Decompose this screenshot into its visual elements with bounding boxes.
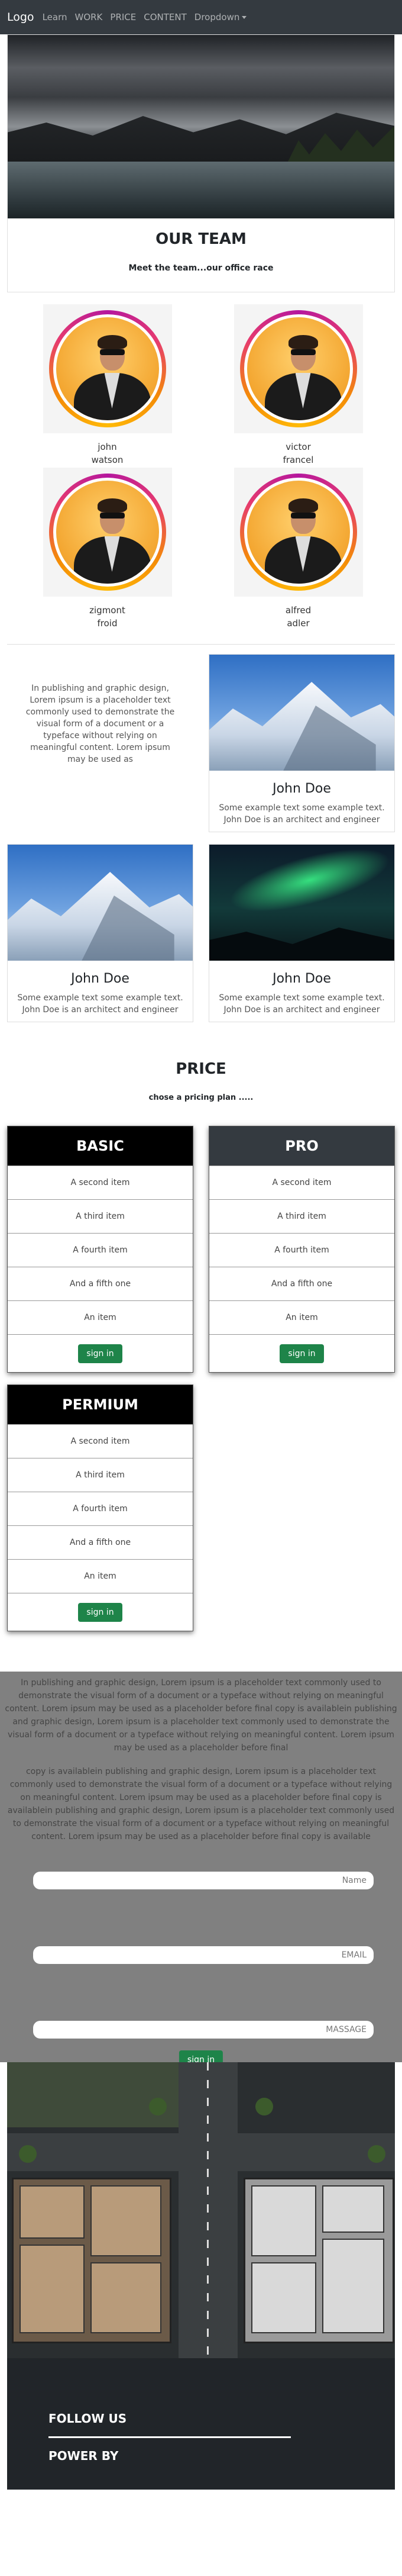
plan-header: PRO — [209, 1126, 394, 1165]
avatar-ring — [239, 474, 357, 591]
nav-dropdown[interactable]: Dropdown — [194, 12, 247, 22]
avatar-ring — [239, 310, 357, 427]
plan-item: And a fifth one — [8, 1267, 193, 1300]
snow-mountain-image — [209, 655, 394, 771]
member-last-name: adler — [287, 618, 310, 629]
member-first-name: alfred — [285, 605, 312, 616]
building-right — [244, 2178, 394, 2343]
avatar — [234, 468, 363, 597]
profile-card: John Doe Some example text some example … — [209, 844, 395, 1022]
building-left — [12, 2178, 171, 2343]
plan-card-premium: PERMIUM A second item A third item A fou… — [7, 1384, 193, 1631]
plan-item: A second item — [8, 1424, 193, 1458]
lake-shape — [8, 162, 394, 218]
plan-card-pro: PRO A second item A third item A fourth … — [209, 1126, 395, 1373]
avatar — [43, 304, 172, 433]
message-field[interactable]: MASSAGE — [33, 2021, 374, 2039]
avatar — [43, 468, 172, 597]
plan-footer: sign in — [8, 1593, 193, 1631]
hero-landscape-image — [8, 35, 394, 218]
avatar-ring — [48, 474, 166, 591]
footer-divider — [48, 2436, 291, 2438]
card-text: Some example text some example text. Joh… — [219, 803, 385, 825]
email-field[interactable]: EMAIL — [33, 1946, 374, 1964]
logo[interactable]: Logo — [7, 11, 34, 24]
sign-in-button[interactable]: sign in — [78, 1602, 122, 1622]
footer: FOLLOW US POWER BY — [7, 2358, 395, 2490]
member-first-name: john — [98, 442, 117, 452]
contact-section: In publishing and graphic design, Lorem … — [0, 1672, 402, 2069]
price-title: PRICE — [176, 1060, 226, 1078]
profile-card: John Doe Some example text some example … — [209, 654, 395, 832]
snow-mountain-image — [8, 845, 193, 961]
team-member: zigmont froid — [25, 468, 189, 630]
contact-paragraph: copy is availablein publishing and graph… — [7, 1767, 395, 1841]
sign-in-button[interactable]: sign in — [78, 1344, 122, 1363]
hero-title: OUR TEAM — [155, 230, 247, 248]
member-first-name: zigmont — [89, 605, 125, 616]
card-title: John Doe — [273, 971, 331, 986]
navbar: Logo Learn WORK PRICE CONTENT Dropdown — [0, 0, 402, 34]
profile-card: John Doe Some example text some example … — [7, 844, 193, 1022]
plan-item: A third item — [8, 1458, 193, 1492]
plan-header: BASIC — [8, 1126, 193, 1165]
contact-paragraph: In publishing and graphic design, Lorem … — [5, 1678, 397, 1753]
nav-link-learn[interactable]: Learn — [43, 12, 67, 22]
team-member: john watson — [25, 304, 189, 466]
nav-link-work[interactable]: WORK — [75, 12, 103, 22]
member-first-name: victor — [286, 442, 311, 452]
plan-item: An item — [209, 1300, 394, 1334]
name-field[interactable]: Name — [33, 1872, 374, 1889]
nav-dropdown-label: Dropdown — [194, 12, 240, 22]
plan-item: A fourth item — [8, 1492, 193, 1525]
card-title: John Doe — [273, 781, 331, 796]
card-text: Some example text some example text. Joh… — [17, 993, 183, 1015]
hero-card: OUR TEAM Meet the team...our office race — [7, 34, 395, 292]
pricing-plans: BASIC A second item A third item A fourt… — [0, 1102, 402, 1631]
team-member: alfred adler — [216, 468, 380, 630]
card-text: Some example text some example text. Joh… — [219, 993, 385, 1015]
plan-item: An item — [8, 1300, 193, 1334]
member-last-name: francel — [283, 455, 314, 465]
plan-item: An item — [8, 1559, 193, 1593]
plan-header: PERMIUM — [8, 1385, 193, 1424]
avatar-ring — [48, 310, 166, 427]
nav-link-content[interactable]: CONTENT — [144, 12, 187, 22]
aurora-image — [209, 845, 394, 961]
plan-item: And a fifth one — [209, 1267, 394, 1300]
plan-footer: sign in — [8, 1334, 193, 1372]
member-last-name: froid — [97, 618, 118, 629]
plan-item: A fourth item — [209, 1233, 394, 1267]
power-by-label: POWER BY — [48, 2449, 119, 2463]
sign-in-button[interactable]: sign in — [280, 1344, 324, 1363]
follow-us-label: FOLLOW US — [48, 2411, 127, 2426]
nav-link-price[interactable]: PRICE — [110, 12, 136, 22]
plan-item: A third item — [8, 1199, 193, 1233]
plan-item: A second item — [209, 1165, 394, 1199]
cards-section: In publishing and graphic design, Lorem … — [0, 645, 402, 1022]
aerial-map-image — [7, 2062, 395, 2358]
caret-down-icon — [242, 16, 247, 19]
plan-item: A second item — [8, 1165, 193, 1199]
card-title: John Doe — [71, 971, 129, 986]
team-grid: john watson victor francel zigmont froid… — [0, 304, 402, 631]
plan-footer: sign in — [209, 1334, 394, 1372]
hero-subtitle: Meet the team...our office race — [128, 263, 274, 273]
avatar — [234, 304, 363, 433]
plan-item: A third item — [209, 1199, 394, 1233]
price-subtitle: chose a pricing plan ..... — [148, 1093, 254, 1102]
team-member: victor francel — [216, 304, 380, 466]
member-last-name: watson — [91, 455, 124, 465]
plan-item: A fourth item — [8, 1233, 193, 1267]
intro-text: In publishing and graphic design, Lorem … — [25, 684, 175, 764]
plan-item: And a fifth one — [8, 1525, 193, 1559]
plan-card-basic: BASIC A second item A third item A fourt… — [7, 1126, 193, 1373]
